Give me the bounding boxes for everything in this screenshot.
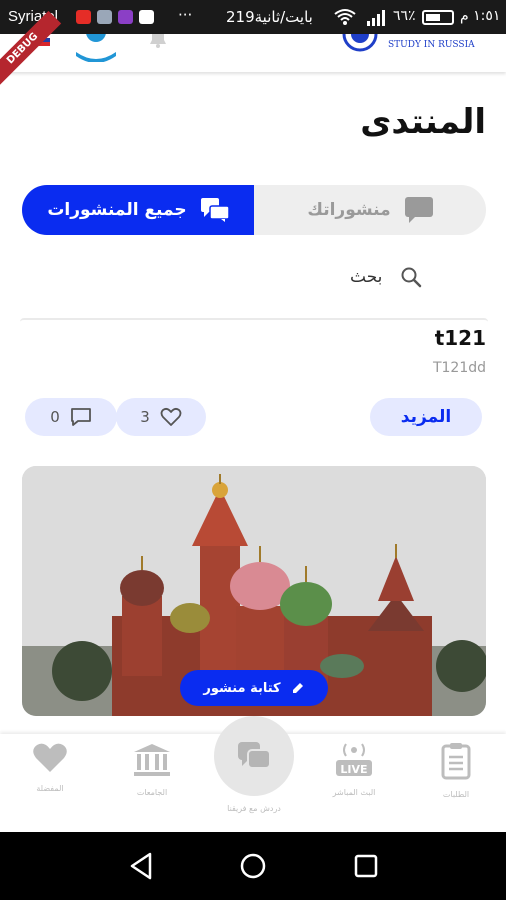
nav-universities-label: الجامعات: [136, 788, 168, 797]
comment-icon: [70, 408, 91, 426]
post-subtitle: T121dd: [432, 360, 486, 376]
comments-count: 0: [50, 408, 60, 426]
page-title: المنتدى: [360, 102, 486, 142]
tab-all-posts[interactable]: جميع المنشورات: [22, 185, 254, 235]
network-speed: 219بايت/ثانية: [226, 8, 313, 26]
forum-icon: [200, 198, 229, 222]
bottom-navigation: المفضلة الجامعات دردش مع فريقنا LIVE الب…: [0, 716, 506, 832]
app-header: STUDY IN RUSSIA: [0, 34, 506, 72]
home-icon[interactable]: [239, 852, 267, 880]
gmail-icon: [139, 10, 154, 24]
clock: ١:٥١ م: [460, 8, 501, 24]
signal-icon: [367, 10, 385, 26]
more-notifications: ···: [178, 6, 193, 24]
chat-bubble-icon: [404, 197, 433, 223]
posts-filter-segment: جميع المنشورات منشوراتك: [22, 185, 486, 235]
nav-favorites[interactable]: المفضلة: [10, 742, 90, 793]
nav-requests[interactable]: الطلبات: [416, 742, 496, 799]
search-label: بحث: [350, 267, 383, 287]
nav-live-label: البث المباشر: [332, 788, 376, 797]
nav-favorites-label: المفضلة: [36, 784, 64, 793]
post-card[interactable]: t121 T121dd 0 3 المزيد: [20, 318, 488, 444]
post-title: t121: [434, 326, 486, 350]
logo-text: STUDY IN RUSSIA: [388, 40, 475, 50]
nav-chat-team[interactable]: [214, 716, 294, 796]
university-icon: [134, 744, 170, 776]
pencil-icon: [292, 683, 303, 693]
write-post-label: كتابة منشور: [203, 680, 281, 696]
wifi-icon: [334, 9, 356, 25]
likes-count: 3: [140, 408, 150, 426]
mail-icon: [97, 10, 112, 24]
tab-all-posts-label: جميع المنشورات: [47, 200, 187, 220]
nav-live[interactable]: LIVE البث المباشر: [314, 742, 394, 797]
tab-my-posts-label: منشوراتك: [307, 200, 391, 220]
nav-chat-team-label: دردش مع فريقنا: [227, 804, 281, 813]
clipboard-icon: [441, 743, 471, 780]
like-button[interactable]: 3: [116, 398, 206, 436]
heart-icon: [160, 407, 182, 426]
notification-icons: [76, 10, 154, 24]
status-bar: Syriatel ··· 219بايت/ثانية ٦٦٪ ١:٥١ م: [0, 0, 506, 34]
nav-requests-label: الطلبات: [442, 790, 470, 799]
comments-button[interactable]: 0: [25, 398, 117, 436]
battery-percent: ٦٦٪: [393, 8, 416, 24]
search-icon[interactable]: [400, 266, 422, 288]
youtube-icon: [76, 10, 91, 24]
tab-my-posts[interactable]: منشوراتك: [254, 185, 486, 235]
live-broadcast-icon: LIVE: [336, 743, 372, 776]
nav-universities[interactable]: الجامعات: [112, 742, 192, 797]
write-post-button[interactable]: كتابة منشور: [180, 670, 328, 706]
more-button[interactable]: المزيد: [370, 398, 482, 436]
system-navigation-bar: [0, 832, 506, 900]
back-icon[interactable]: [128, 852, 154, 880]
battery-icon: [422, 10, 454, 25]
user-profile-icon[interactable]: [72, 34, 120, 62]
app-icon: [118, 10, 133, 24]
svg-text:LIVE: LIVE: [340, 763, 367, 776]
search-bar[interactable]: بحث: [350, 266, 422, 288]
recents-icon[interactable]: [354, 854, 378, 878]
bell-icon[interactable]: [146, 34, 170, 48]
chat-icon: [238, 742, 271, 769]
heart-icon: [33, 743, 67, 772]
